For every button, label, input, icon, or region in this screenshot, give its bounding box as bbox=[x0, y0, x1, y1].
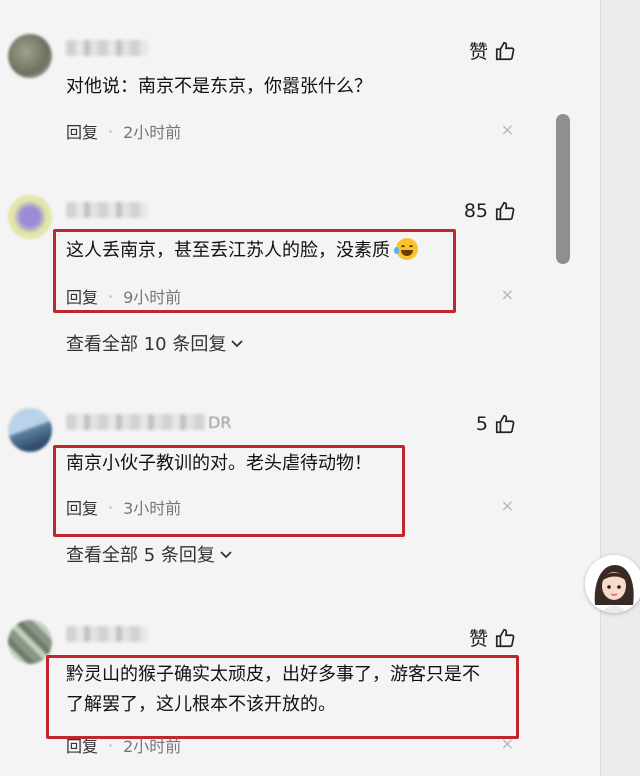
comment-text-line: 这人丢南京，甚至丢江苏人的脸，没素质 bbox=[66, 240, 390, 261]
comment-meta: 回复 · 3小时前 bbox=[66, 495, 181, 519]
avatar[interactable] bbox=[8, 34, 52, 78]
close-icon[interactable]: × bbox=[501, 734, 514, 753]
thumbs-up-icon bbox=[495, 414, 515, 434]
comment-text: 南京小伙子教训的对。老头虐待动物！ bbox=[66, 453, 372, 474]
view-all-replies-button[interactable]: 查看全部 10 条回复 bbox=[66, 330, 244, 356]
comment-meta: 回复 · 9小时前 bbox=[66, 284, 181, 308]
like-button[interactable]: 赞 bbox=[469, 37, 516, 64]
view-all-replies-label: 查看全部 10 条回复 bbox=[66, 334, 227, 355]
assistant-girl-icon bbox=[585, 555, 640, 613]
assistant-avatar[interactable] bbox=[585, 555, 640, 613]
view-all-replies-label: 查看全部 5 条回复 bbox=[66, 545, 215, 566]
username-blurred[interactable] bbox=[66, 40, 148, 56]
separator-dot: · bbox=[108, 735, 114, 755]
close-icon[interactable]: × bbox=[501, 496, 514, 515]
comment-text: 了解罢了，这儿根本不该开放的。 bbox=[66, 694, 336, 715]
username-tail: DR bbox=[208, 413, 232, 432]
scrollbar-thumb[interactable] bbox=[556, 114, 570, 264]
separator-dot: · bbox=[108, 497, 114, 517]
reply-button[interactable]: 回复 bbox=[66, 284, 98, 308]
timestamp: 2小时前 bbox=[123, 123, 182, 142]
like-button[interactable]: 赞 bbox=[469, 624, 516, 651]
timestamp: 2小时前 bbox=[123, 737, 182, 756]
thumbs-up-icon bbox=[495, 628, 515, 647]
comment-text: 这人丢南京，甚至丢江苏人的脸，没素质 bbox=[66, 236, 418, 266]
comment-feed: 赞 对他说：南京不是东京，你嚣张什么？ 回复 · 2小时前 × 85 这人丢南京… bbox=[0, 0, 600, 776]
chevron-down-icon bbox=[220, 551, 232, 559]
separator-dot: · bbox=[108, 286, 114, 306]
comment-text: 对他说：南京不是东京，你嚣张什么？ bbox=[66, 76, 372, 97]
view-all-replies-button[interactable]: 查看全部 5 条回复 bbox=[66, 541, 233, 567]
right-side-panel bbox=[600, 0, 640, 776]
like-button[interactable]: 85 bbox=[464, 200, 516, 222]
separator-dot: · bbox=[108, 121, 114, 141]
comment-text: 黔灵山的猴子确实太顽皮，出好多事了，游客只是不 bbox=[66, 664, 480, 685]
username-blurred[interactable] bbox=[66, 414, 206, 430]
comment-meta: 回复 · 2小时前 bbox=[66, 119, 181, 143]
timestamp: 9小时前 bbox=[123, 288, 182, 307]
like-button[interactable]: 5 bbox=[476, 413, 516, 435]
avatar[interactable] bbox=[8, 195, 52, 239]
avatar[interactable] bbox=[8, 408, 52, 452]
username-blurred[interactable] bbox=[66, 626, 148, 642]
thumbs-up-icon bbox=[495, 201, 515, 221]
close-icon[interactable]: × bbox=[501, 120, 514, 139]
like-count: 赞 bbox=[468, 628, 488, 650]
like-count: 5 bbox=[475, 413, 488, 435]
reply-button[interactable]: 回复 bbox=[66, 119, 98, 143]
reply-button[interactable]: 回复 bbox=[66, 495, 98, 519]
close-icon[interactable]: × bbox=[501, 285, 514, 304]
timestamp: 3小时前 bbox=[123, 499, 182, 518]
thumbs-up-icon bbox=[495, 41, 515, 60]
reply-button[interactable]: 回复 bbox=[66, 733, 98, 757]
like-count: 赞 bbox=[468, 41, 488, 63]
like-count: 85 bbox=[463, 200, 488, 222]
comment-meta: 回复 · 2小时前 bbox=[66, 733, 181, 757]
username-blurred[interactable] bbox=[66, 202, 148, 218]
crying-laughing-emoji-icon bbox=[393, 238, 418, 260]
chevron-down-icon bbox=[231, 340, 243, 348]
